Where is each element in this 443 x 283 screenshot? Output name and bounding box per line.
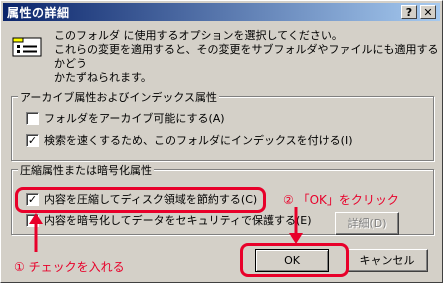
arrow-down-icon xyxy=(289,207,303,244)
annotation-step2: ② 「OK」をクリック xyxy=(283,193,399,207)
arrow-up-icon xyxy=(29,213,43,252)
annotation-arrows xyxy=(29,207,303,252)
annotation-step1: ① チェックを入れる xyxy=(14,260,125,274)
